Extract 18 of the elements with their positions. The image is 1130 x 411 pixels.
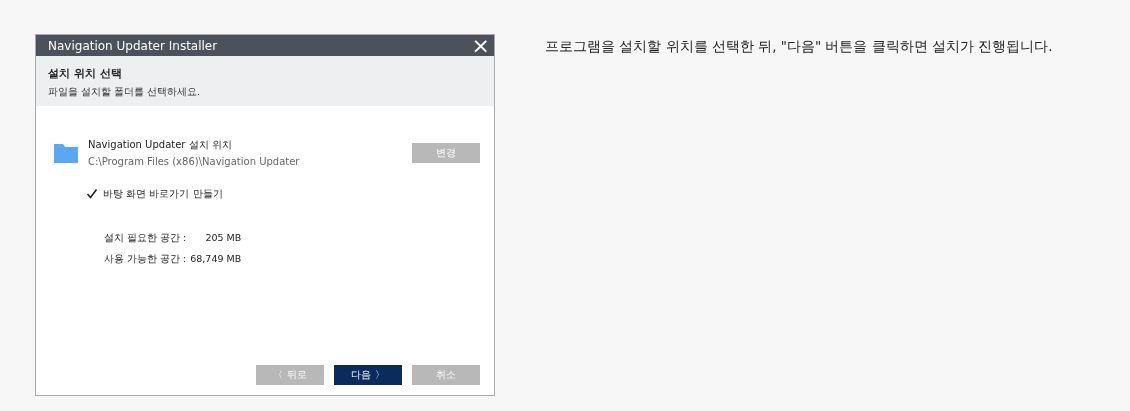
shortcut-label: 바탕 화면 바로가기 만들기: [103, 187, 223, 201]
next-button[interactable]: 다음 〉: [334, 365, 402, 385]
dialog-button[interactable]: 취소: [412, 365, 480, 385]
close-button[interactable]: ×: [467, 35, 494, 56]
description-text: 프로그램을 설치할 위치를 선택한 뒤, "다음" 버튼을 클릭하면 설치가 진행됩니다.: [545, 38, 1053, 56]
folder-icon: [54, 142, 78, 163]
install-path: C:\Program Files (x86)\Navigation Updater: [88, 156, 301, 167]
space-value: 68,749 MB: [190, 253, 242, 266]
space-label: 설치 필요한 공간 :: [104, 232, 187, 245]
location-label: Navigation Updater 설치 위치: [88, 138, 233, 152]
step-subtitle: 파일을 설치할 폴더를 선택하세요.: [48, 86, 202, 99]
window-title: Navigation Updater Installer: [48, 38, 218, 53]
shortcut-checkbox[interactable]: [86, 188, 98, 200]
space-value: 205 MB: [204, 232, 242, 245]
space-label: 사용 가능한 공간 :: [104, 253, 187, 266]
step-title: 설치 위치 선택: [48, 66, 123, 81]
change-button[interactable]: 변경: [412, 142, 480, 163]
dialog-button[interactable]: 〈 뒤로: [256, 365, 324, 385]
